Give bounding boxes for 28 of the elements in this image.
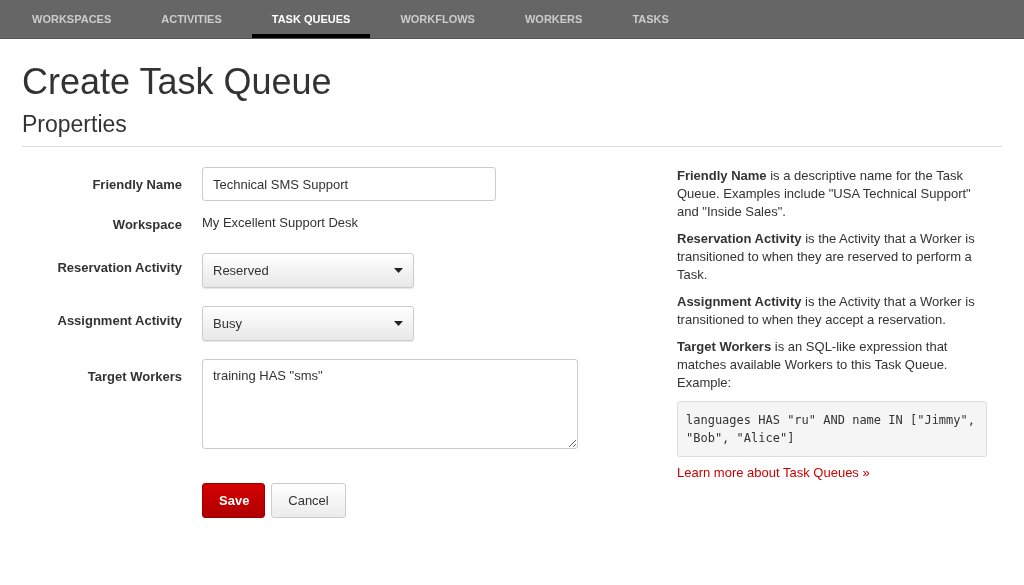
activity-dropdown[interactable]: Reserved	[202, 253, 414, 288]
field-label: Reservation Activity	[56, 259, 182, 275]
field-label: Assignment Activity	[56, 312, 182, 328]
friendly-name-field[interactable]: Technical SMS Support	[202, 167, 496, 201]
help-paragraph: Assignment Activity is the Activity that a Worker is transitioned to when they accept a reservation.	[677, 293, 976, 329]
field-label: Target Workers	[86, 368, 182, 384]
field-label: Workspace	[111, 216, 182, 232]
nav-tab[interactable]: WORKERS	[504, 0, 603, 38]
help-paragraph: Friendly Name is a descriptive name for the Task Queue. Examples include "USA Technical Support" and "Inside Sales".	[677, 167, 972, 221]
target-workers-field[interactable]: training HAS "sms"	[202, 359, 578, 449]
field-label: Friendly Name	[91, 176, 182, 192]
learn-more-link[interactable]: Learn more about Task Queues »	[677, 465, 870, 480]
help-paragraph: Target Workers is an SQL-like expression that matches available Workers to this Task Queue. Example:	[677, 338, 949, 392]
nav-tab[interactable]: TASKS	[612, 0, 689, 38]
code-example: languages HAS "ru" AND name IN ["Jimmy", "Bob", "Alice"]	[677, 401, 987, 457]
page-title: Create Task Queue	[22, 61, 333, 103]
activity-dropdown[interactable]: Busy	[202, 306, 414, 341]
caret-icon	[394, 268, 403, 273]
cancel-button[interactable]: Cancel	[271, 483, 346, 518]
nav-tab[interactable]: TASK QUEUES	[251, 0, 371, 38]
caret-icon	[394, 321, 403, 326]
section-heading: Properties	[22, 111, 1002, 147]
save-button[interactable]: Save	[202, 483, 265, 518]
nav-tab[interactable]: ACTIVITIES	[141, 0, 242, 38]
help-paragraph: Reservation Activity is the Activity that a Worker is transitioned to when they are reserved to perform a Task.	[677, 230, 976, 284]
nav-tab[interactable]: WORKSPACES	[12, 0, 132, 38]
nav-tab[interactable]: WORKFLOWS	[380, 0, 495, 38]
workspace-value: My Excellent Support Desk	[202, 214, 359, 230]
